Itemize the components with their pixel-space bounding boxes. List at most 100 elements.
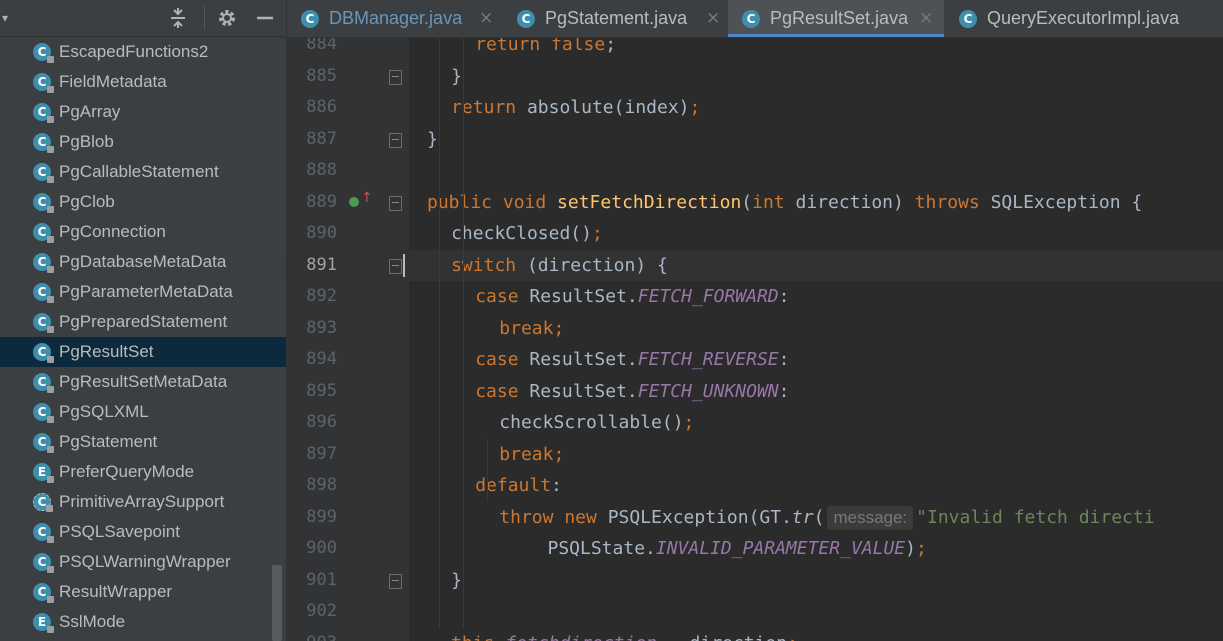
class-icon: C xyxy=(33,73,54,93)
tree-item-label: PgCallableStatement xyxy=(59,162,219,181)
code-line[interactable]: 892 case ResultSet.FETCH_FORWARD: xyxy=(287,281,1223,313)
tree-item-label: PgParameterMetaData xyxy=(59,282,233,301)
code-token: PSQLException(GT. xyxy=(607,506,792,528)
code-line[interactable]: 887} xyxy=(287,124,1223,156)
code-line[interactable]: 891 switch (direction) { xyxy=(287,249,1223,281)
code-token: return xyxy=(475,38,552,55)
line-number: 890 xyxy=(306,223,337,243)
tree-item-primitivearraysupport[interactable]: C PrimitiveArraySupport xyxy=(0,487,286,517)
code-line[interactable]: 897 break; xyxy=(287,439,1223,471)
tree-item-fieldmetadata[interactable]: C FieldMetadata xyxy=(0,67,286,97)
gear-icon[interactable] xyxy=(215,6,239,30)
tab-dbmanager[interactable]: C DBManager.java × xyxy=(287,0,500,37)
line-number: 894 xyxy=(306,349,337,369)
code-token: FETCH_REVERSE xyxy=(637,349,779,370)
chevron-down-icon[interactable]: ▾ xyxy=(0,6,10,30)
code-line[interactable]: 898 default: xyxy=(287,470,1223,502)
tree-item-pgconnection[interactable]: C PgConnection xyxy=(0,217,286,247)
code-text: checkScrollable(); xyxy=(499,407,694,439)
tree-item-label: PrimitiveArraySupport xyxy=(59,492,225,511)
tab-pgresultset[interactable]: C PgResultSet.java × xyxy=(728,0,944,37)
implements-icon[interactable] xyxy=(349,196,359,207)
tree-item-sslmode[interactable]: E SslMode xyxy=(0,607,286,637)
tree-item-pgblob[interactable]: C PgBlob xyxy=(0,127,286,157)
code-token: PSQLState. xyxy=(547,538,656,559)
minimize-icon[interactable] xyxy=(253,6,277,30)
sidebar-scrollbar[interactable] xyxy=(272,565,282,641)
code-token: false xyxy=(551,38,606,55)
tree-item-pgclob[interactable]: C PgClob xyxy=(0,187,286,217)
tree-item-pgcallablestatement[interactable]: C PgCallableStatement xyxy=(0,157,286,187)
code-line[interactable]: 901} xyxy=(287,565,1223,597)
code-text: break; xyxy=(499,439,564,471)
fold-icon[interactable] xyxy=(389,195,402,211)
code-line[interactable]: 902 xyxy=(287,596,1223,628)
tree-item-pgresultsetmetadata[interactable]: C PgResultSetMetaData xyxy=(0,367,286,397)
tree-item-label: PSQLWarningWrapper xyxy=(59,552,231,571)
class-icon: C xyxy=(33,373,54,393)
tree-item-escapedfunctions2[interactable]: C EscapedFunctions2 xyxy=(0,37,286,67)
code-line[interactable]: 896 checkScrollable(); xyxy=(287,407,1223,439)
tree-item-pgarray[interactable]: C PgArray xyxy=(0,97,286,127)
code-line[interactable]: 889 ↑ public void setFetchDirection(int di… xyxy=(287,187,1223,219)
code-token: break; xyxy=(499,317,565,339)
tree-item-psqlwarningwrapper[interactable]: C PSQLWarningWrapper xyxy=(0,547,286,577)
tree-item-pgstatement[interactable]: C PgStatement xyxy=(0,427,286,457)
code-line[interactable]: 888 xyxy=(287,155,1223,187)
line-number: 888 xyxy=(306,160,337,180)
code-text: break; xyxy=(499,313,564,345)
close-icon[interactable]: × xyxy=(919,0,933,37)
code-line[interactable]: 886 return absolute(index); xyxy=(287,92,1223,124)
tree-item-preferquerymode[interactable]: E PreferQueryMode xyxy=(0,457,286,487)
class-icon: C xyxy=(33,313,54,333)
code-line[interactable]: 903 this.fetchdirection = direction; xyxy=(287,628,1223,641)
tree-item-psqlsavepoint[interactable]: C PSQLSavepoint xyxy=(0,517,286,547)
line-number: 897 xyxy=(306,443,337,464)
tree-item-pgresultset[interactable]: C PgResultSet xyxy=(0,337,286,367)
code-line[interactable]: 900 PSQLState.INVALID_PARAMETER_VALUE); xyxy=(287,533,1223,565)
code-line[interactable]: 899 throw new PSQLException(GT.tr(message… xyxy=(287,502,1223,534)
tree-item-label: PgClob xyxy=(59,192,115,211)
tree-item-pgpreparedstatement[interactable]: C PgPreparedStatement xyxy=(0,307,286,337)
code-token: } xyxy=(451,65,462,87)
code-line[interactable]: 890 checkClosed(); xyxy=(287,218,1223,250)
code-editor[interactable]: 884 return false; 885} 886 return absolute(… xyxy=(287,38,1223,641)
fold-icon[interactable] xyxy=(389,573,402,589)
fold-icon[interactable] xyxy=(389,132,402,148)
code-line[interactable]: 893 break; xyxy=(287,313,1223,345)
parameter-hint: message: xyxy=(827,505,914,530)
fold-icon[interactable] xyxy=(389,69,402,85)
tree-item-label: SslMode xyxy=(59,612,126,631)
code-text: case ResultSet.FETCH_REVERSE: xyxy=(475,344,789,376)
code-line[interactable]: 884 return false; xyxy=(287,38,1223,61)
code-line[interactable]: 894 case ResultSet.FETCH_REVERSE: xyxy=(287,344,1223,376)
class-icon: C xyxy=(33,403,54,423)
close-icon[interactable]: × xyxy=(706,0,720,37)
close-icon[interactable]: × xyxy=(479,0,493,37)
enum-icon: E xyxy=(33,613,54,633)
code-text: case ResultSet.FETCH_FORWARD: xyxy=(475,281,789,313)
tab-pgstatement[interactable]: C PgStatement.java × xyxy=(503,0,727,37)
fold-icon[interactable] xyxy=(389,258,402,274)
class-icon: C xyxy=(33,343,54,363)
collapse-all-icon[interactable] xyxy=(166,6,190,30)
class-icon: C xyxy=(33,103,54,123)
class-icon: C xyxy=(33,523,54,543)
tree-item-resultwrapper[interactable]: C ResultWrapper xyxy=(0,577,286,607)
class-icon: C xyxy=(33,283,54,303)
tree-item-label: FieldMetadata xyxy=(59,72,167,91)
tab-queryexecutorimpl[interactable]: C QueryExecutorImpl.java xyxy=(945,0,1223,37)
tree-item-pgdatabasemetadata[interactable]: C PgDatabaseMetaData xyxy=(0,247,286,277)
code-line[interactable]: 895 case ResultSet.FETCH_UNKNOWN: xyxy=(287,376,1223,408)
line-number: 886 xyxy=(306,97,337,117)
code-token: SQLException { xyxy=(990,191,1143,213)
tree-item-pgparametermetadata[interactable]: C PgParameterMetaData xyxy=(0,277,286,307)
code-token: case xyxy=(475,286,530,307)
code-token: : xyxy=(551,475,562,496)
code-token: : xyxy=(778,349,790,370)
code-token: : xyxy=(778,286,790,307)
code-line[interactable]: 885} xyxy=(287,61,1223,93)
indent-guide xyxy=(487,438,489,502)
tree-item-pgsqlxml[interactable]: C PgSQLXML xyxy=(0,397,286,427)
line-number: 900 xyxy=(306,538,337,558)
